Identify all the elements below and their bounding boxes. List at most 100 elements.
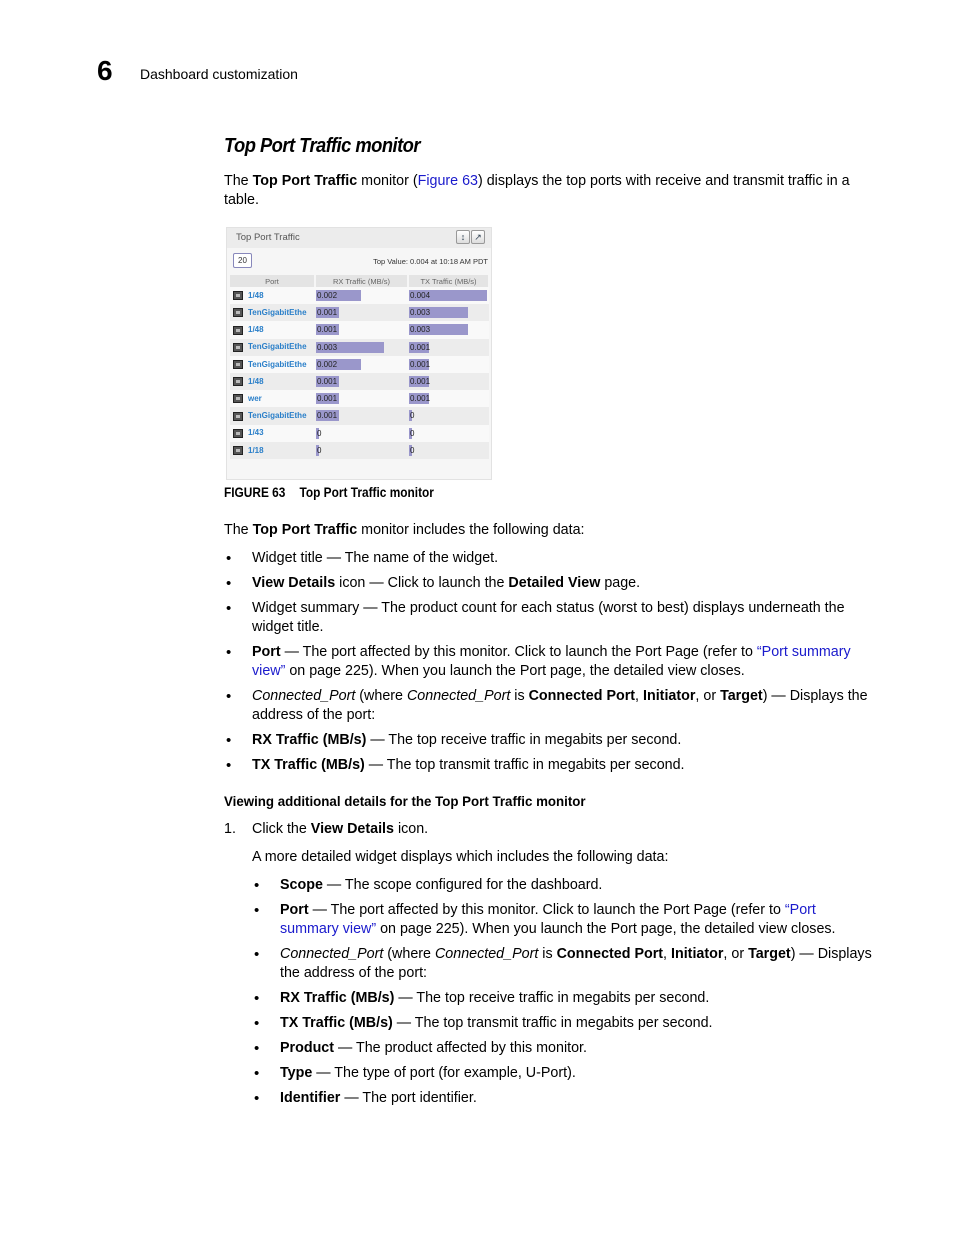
- port-link[interactable]: 1/18: [248, 446, 264, 455]
- table-row[interactable]: wer 0.001 0.001: [230, 390, 489, 408]
- subsection-heading: Viewing additional details for the Top P…: [224, 793, 586, 809]
- text: — The type of port (for example, U-Port)…: [312, 1065, 576, 1081]
- bold-term: View Details: [252, 575, 336, 591]
- port-icon: [233, 308, 243, 318]
- table-header-row: Port RX Traffic (MB/s) TX Traffic (MB/s): [230, 275, 490, 287]
- list-item: Port — The port affected by this monitor…: [252, 901, 874, 939]
- column-header-rx[interactable]: RX Traffic (MB/s): [315, 275, 409, 287]
- text: Click the: [252, 821, 311, 837]
- figure-label: FIGURE 63: [224, 485, 286, 500]
- rx-traffic-value: 0.002: [317, 359, 338, 369]
- tx-traffic-value: 0.001: [410, 359, 431, 369]
- rx-traffic-value: 0.001: [317, 394, 338, 404]
- row-count-selector[interactable]: 20: [233, 253, 252, 268]
- port-cell: TenGigabitEthe: [230, 338, 315, 356]
- view-details-icon[interactable]: ↗: [471, 230, 485, 244]
- port-link[interactable]: 1/48: [248, 377, 264, 386]
- tx-traffic-cell: 0.001: [408, 372, 489, 391]
- list-item: Connected_Port (where Connected_Port is …: [224, 687, 874, 725]
- text: on page 225). When you launch the Port p…: [376, 921, 836, 937]
- rx-traffic-cell: 0.001: [315, 372, 408, 391]
- port-link[interactable]: TenGigabitEthe: [248, 342, 307, 351]
- bold-term: Initiator: [671, 946, 724, 962]
- tx-traffic-value: 0.003: [410, 308, 431, 318]
- bold-term: TX Traffic (MB/s): [252, 757, 365, 773]
- text: — The top transmit traffic in megabits p…: [364, 757, 685, 773]
- port-link[interactable]: TenGigabitEthe: [248, 308, 307, 317]
- port-icon: [233, 360, 243, 370]
- bold-term: Scope: [280, 877, 323, 893]
- column-header-port[interactable]: Port: [230, 275, 316, 287]
- text: , or: [695, 688, 721, 704]
- table-row[interactable]: TenGigabitEthe 0.003 0.001: [230, 338, 489, 356]
- tx-traffic-value: 0.001: [410, 394, 431, 404]
- port-icon: [233, 325, 243, 335]
- bold-term: Port: [280, 902, 309, 918]
- table-row[interactable]: TenGigabitEthe 0.002 0.001: [230, 355, 489, 373]
- widget-body: 20 Top Value: 0.004 at 10:18 AM PDT Port…: [227, 248, 491, 479]
- bold-term: Target: [748, 946, 791, 962]
- step-number: 1.: [224, 821, 236, 837]
- port-cell: TenGigabitEthe: [230, 304, 315, 322]
- table-row[interactable]: 1/48 0.002 0.004: [230, 287, 489, 305]
- port-icon: [233, 377, 243, 387]
- figure-link[interactable]: Figure 63: [418, 173, 478, 189]
- port-cell: 1/48: [230, 321, 315, 339]
- bold-term: Top Port Traffic: [252, 522, 358, 538]
- tx-traffic-cell: 0.003: [408, 304, 489, 322]
- list-item: TX Traffic (MB/s) — The top transmit tra…: [252, 1014, 874, 1033]
- tx-traffic-cell: 0: [408, 424, 489, 442]
- port-link[interactable]: TenGigabitEthe: [248, 411, 307, 420]
- tx-traffic-value: 0: [410, 445, 415, 455]
- bold-term: Type: [280, 1065, 313, 1081]
- table-row[interactable]: 1/48 0.001 0.001: [230, 372, 489, 391]
- bold-term: View Details: [310, 821, 394, 837]
- detailed-widget-paragraph: A more detailed widget displays which in…: [252, 849, 669, 865]
- port-icon: [233, 291, 243, 301]
- table-row[interactable]: TenGigabitEthe 0.001 0.003: [230, 304, 489, 322]
- port-cell: TenGigabitEthe: [230, 407, 315, 425]
- tx-traffic-value: 0.004: [410, 291, 431, 301]
- bold-term: Product: [280, 1040, 335, 1056]
- table-row[interactable]: 1/43 0 0: [230, 424, 489, 442]
- top-port-traffic-widget: Top Port Traffic ↕ ↗ 20 Top Value: 0.004…: [226, 227, 492, 480]
- port-cell: 1/18: [230, 441, 315, 459]
- rx-traffic-cell: 0.002: [315, 287, 408, 305]
- italic-term: Connected_Port: [406, 688, 511, 704]
- rx-traffic-cell: 0.001: [315, 407, 408, 425]
- bold-term: RX Traffic (MB/s): [252, 732, 367, 748]
- port-link[interactable]: TenGigabitEthe: [248, 360, 307, 369]
- section-title: Top Port Traffic monitor: [224, 135, 421, 157]
- port-cell: wer: [230, 390, 315, 408]
- expand-vertical-icon[interactable]: ↕: [456, 230, 470, 244]
- rx-traffic-cell: 0.001: [315, 321, 408, 339]
- rx-traffic-value: 0: [317, 445, 322, 455]
- port-link[interactable]: 1/43: [248, 428, 264, 437]
- table-row[interactable]: 1/48 0.001 0.003: [230, 321, 489, 339]
- widget-header: Top Port Traffic ↕ ↗: [227, 228, 491, 248]
- table-row[interactable]: TenGigabitEthe 0.001 0: [230, 407, 489, 425]
- bold-term: Port: [252, 644, 281, 660]
- italic-term: Connected_Port: [434, 946, 539, 962]
- port-link[interactable]: wer: [248, 394, 262, 403]
- list-item: Product — The product affected by this m…: [252, 1039, 874, 1058]
- text: — The port identifier.: [340, 1090, 477, 1106]
- monitor-data-list: Widget title — The name of the widget. V…: [224, 549, 874, 775]
- port-link[interactable]: 1/48: [248, 325, 264, 334]
- text: is: [510, 688, 529, 704]
- port-icon: [233, 445, 243, 455]
- tx-traffic-value: 0.001: [410, 342, 431, 352]
- list-item: Connected_Port (where Connected_Port is …: [252, 945, 874, 983]
- bold-term: Top Port Traffic: [252, 173, 358, 189]
- port-icon: [233, 394, 243, 404]
- text: Widget title — The name of the widget.: [252, 550, 499, 566]
- text: monitor (: [357, 173, 418, 189]
- rx-traffic-cell: 0.001: [315, 390, 408, 408]
- text: — The port affected by this monitor. Cli…: [280, 644, 757, 660]
- text: — The top transmit traffic in megabits p…: [392, 1015, 713, 1031]
- text: (where: [355, 688, 407, 704]
- port-link[interactable]: 1/48: [248, 291, 264, 300]
- tx-traffic-value: 0.003: [410, 325, 431, 335]
- table-row[interactable]: 1/18 0 0: [230, 441, 489, 459]
- column-header-tx[interactable]: TX Traffic (MB/s): [408, 275, 490, 287]
